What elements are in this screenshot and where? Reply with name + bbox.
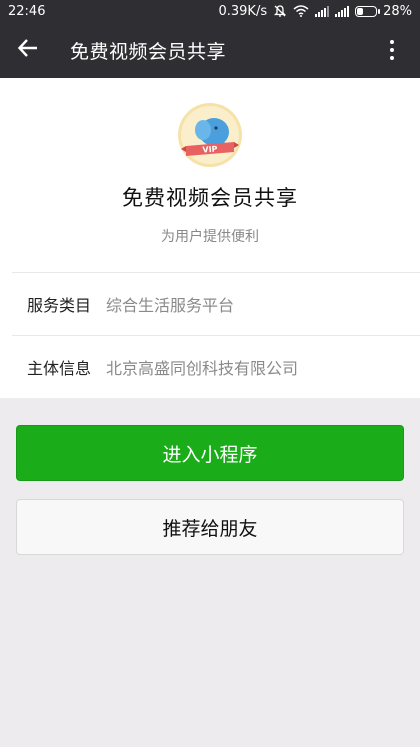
more-dot xyxy=(390,40,394,44)
signal-4g-icon xyxy=(335,5,350,17)
more-dot xyxy=(390,48,394,52)
info-label: 主体信息 xyxy=(26,359,91,378)
avatar-vip-label: VIP xyxy=(202,144,218,154)
open-mini-program-button[interactable]: 进入小程序 xyxy=(16,425,404,481)
battery-fill xyxy=(357,7,363,15)
wifi-icon xyxy=(293,5,309,17)
page-title: 免费视频会员共享 xyxy=(70,40,227,63)
app-header: 免费视频会员共享 xyxy=(0,22,420,78)
info-label: 服务类目 xyxy=(26,296,91,315)
more-dot xyxy=(390,56,394,60)
back-arrow-icon xyxy=(17,37,39,63)
more-button[interactable] xyxy=(378,36,406,64)
info-row-category: 服务类目 综合生活服务平台 xyxy=(12,272,420,335)
recommend-to-friend-button[interactable]: 推荐给朋友 xyxy=(16,499,404,555)
battery-icon xyxy=(355,5,381,17)
info-value: 综合生活服务平台 xyxy=(106,296,235,315)
profile-card: VIP 免费视频会员共享 为用户提供便利 服务类目 综合生活服务平台 主体信息 … xyxy=(0,78,420,398)
status-bar: 22:46 0.39K/s 28% xyxy=(0,0,420,22)
info-list: 服务类目 综合生活服务平台 主体信息 北京高盛同创科技有限公司 xyxy=(0,272,420,398)
app-name: 免费视频会员共享 xyxy=(122,186,298,210)
battery-percent: 28% xyxy=(383,3,412,19)
app-avatar: VIP xyxy=(178,103,242,167)
status-icons: 0.39K/s 28% xyxy=(218,4,412,19)
app-description: 为用户提供便利 xyxy=(161,229,259,245)
signal-icon xyxy=(315,5,330,17)
info-value: 北京高盛同创科技有限公司 xyxy=(106,359,299,378)
info-row-entity[interactable]: 主体信息 北京高盛同创科技有限公司 xyxy=(12,335,420,398)
mute-icon xyxy=(273,4,287,18)
back-button[interactable] xyxy=(0,22,56,78)
network-speed: 0.39K/s xyxy=(218,3,268,19)
action-buttons: 进入小程序 推荐给朋友 xyxy=(0,398,420,555)
status-time: 22:46 xyxy=(8,3,46,19)
